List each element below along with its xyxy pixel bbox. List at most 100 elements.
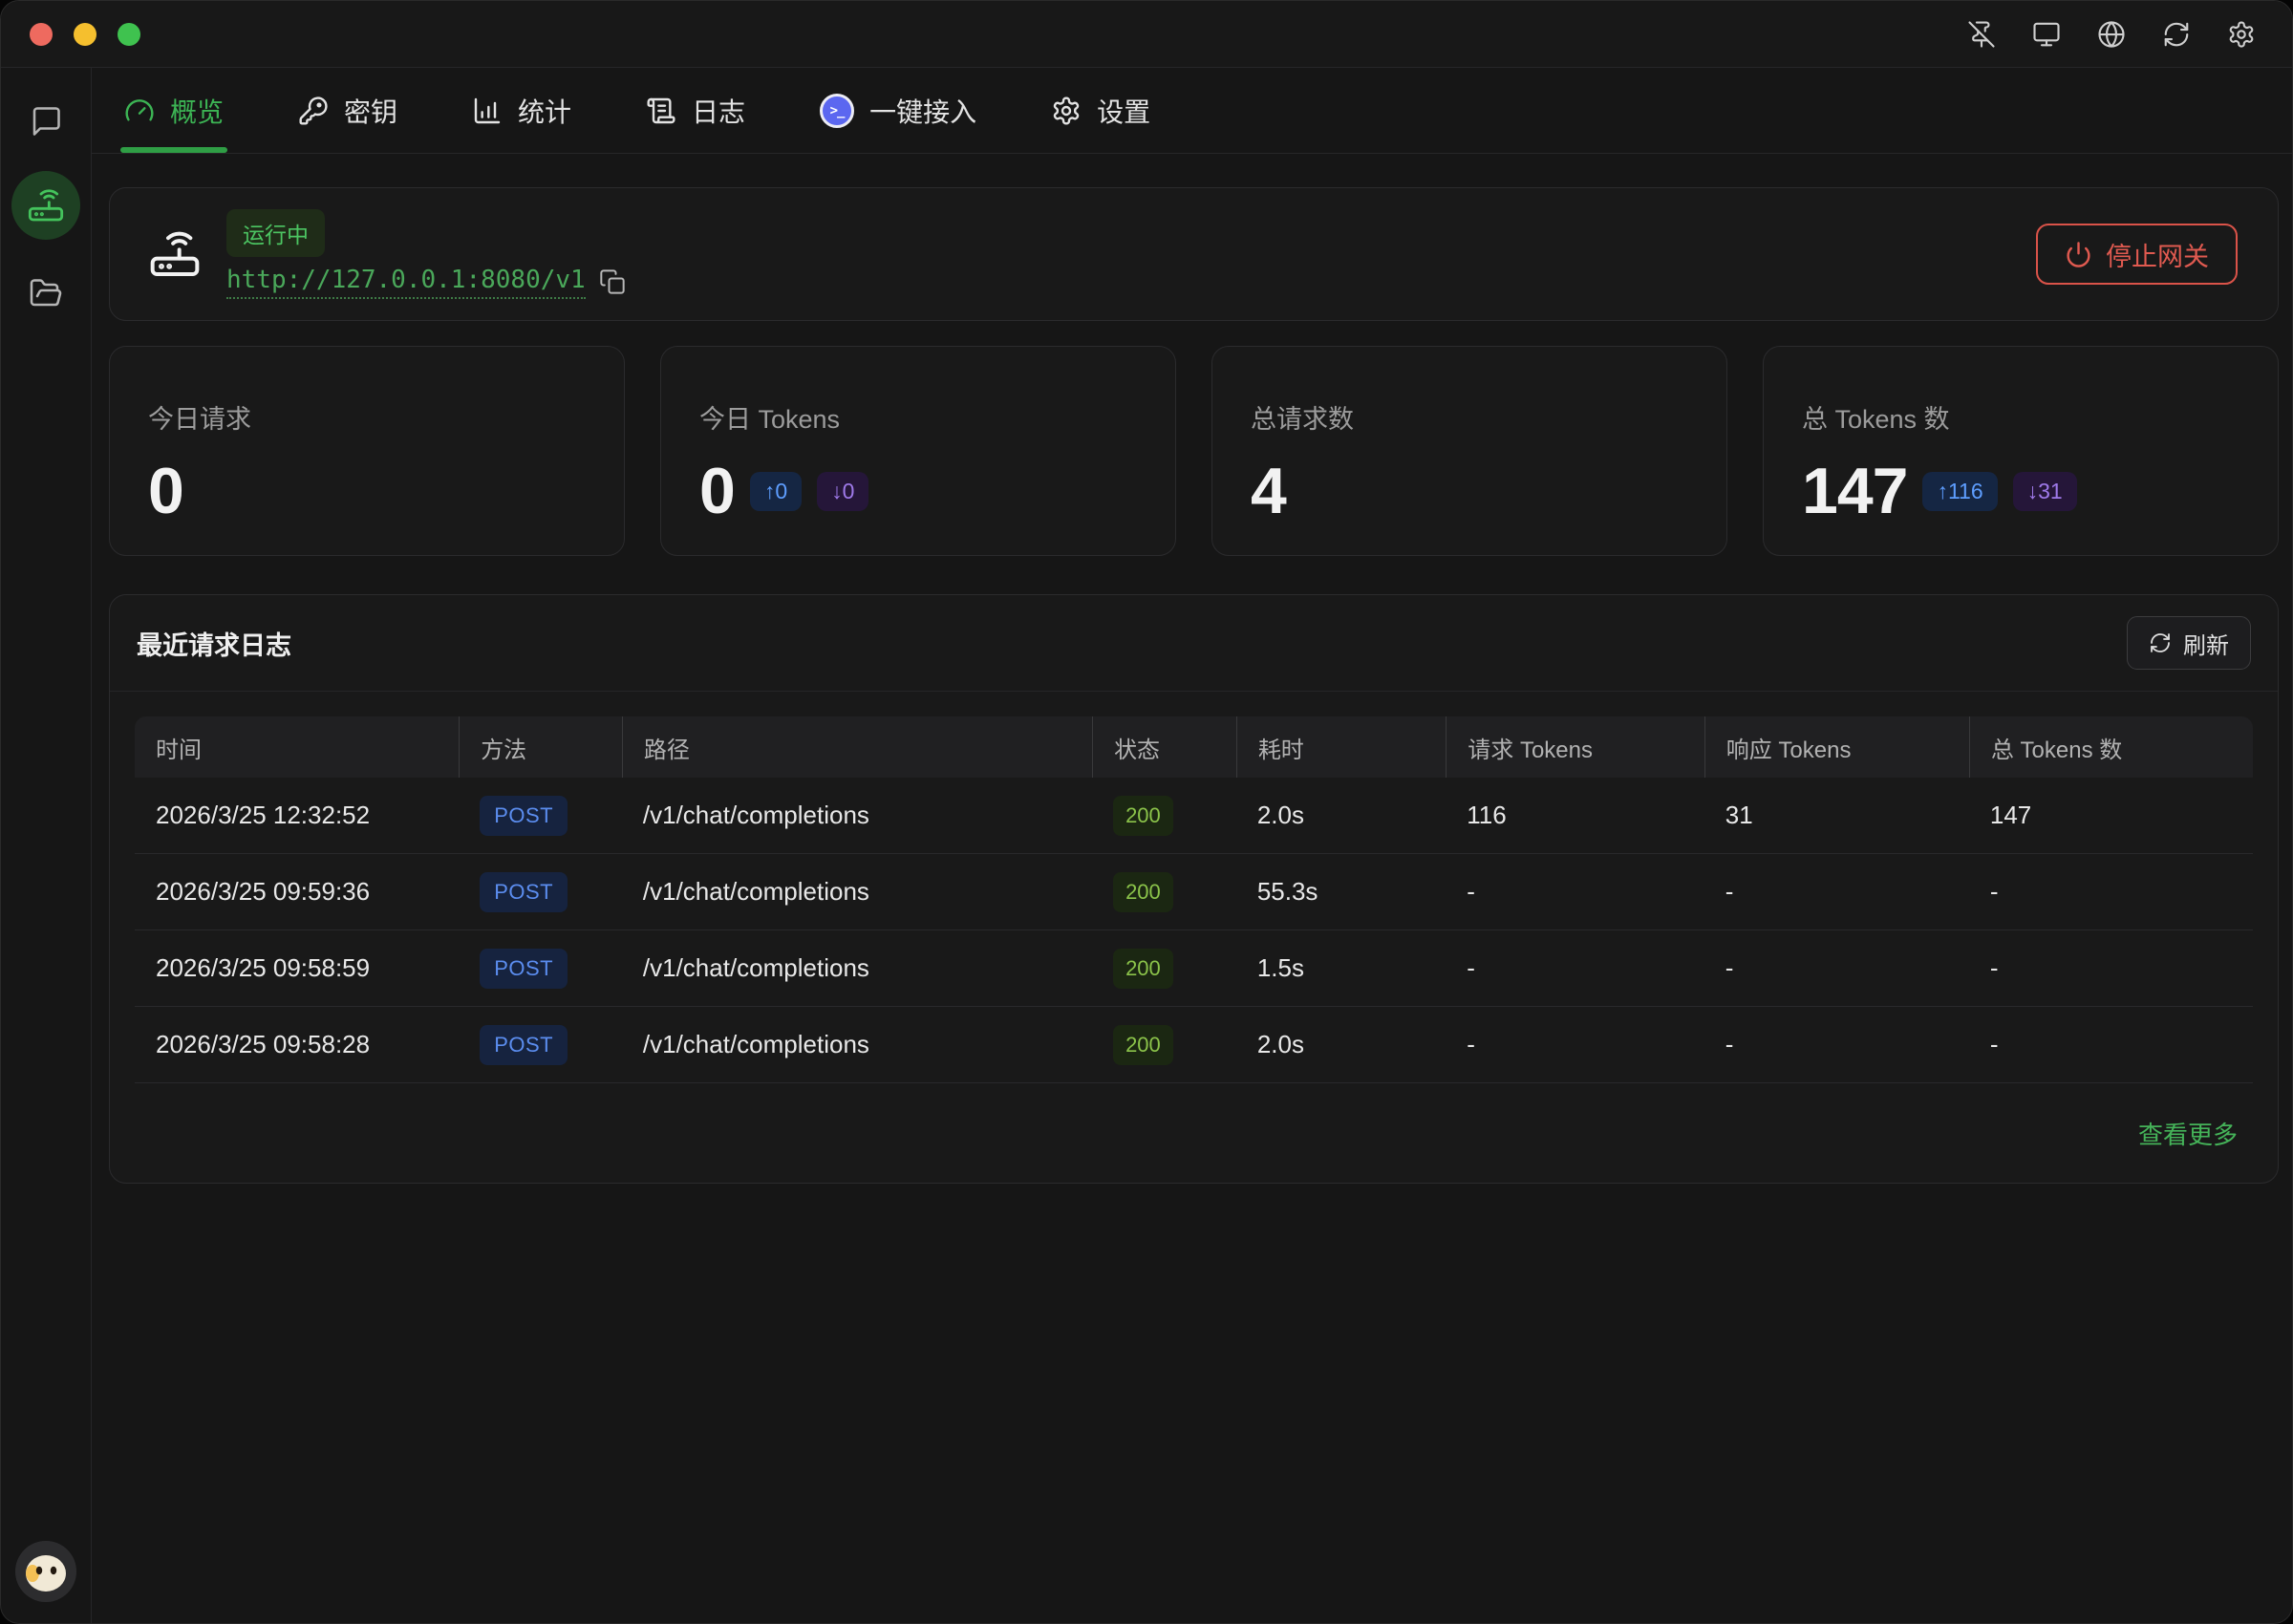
stats-grid: 今日请求 0 今日 Tokens 0 ↑0 ↓0 总请求数 4 (109, 346, 2279, 556)
col-req-tokens: 请求 Tokens (1446, 716, 1704, 778)
method-badge: POST (480, 949, 568, 989)
tokens-down-chip: ↓0 (817, 472, 868, 511)
refresh-icon (2149, 631, 2172, 654)
stat-card-today-requests: 今日请求 0 (109, 346, 625, 556)
cell-resp-tokens: - (1704, 930, 1969, 1006)
stat-label: 今日 Tokens (699, 398, 1137, 436)
col-method: 方法 (459, 716, 622, 778)
cell-total-tokens: - (1969, 930, 2253, 1006)
cell-total-tokens: - (1969, 854, 2253, 930)
gateway-icon[interactable] (11, 171, 80, 240)
tokens-up-chip: ↑0 (750, 472, 802, 511)
stop-gateway-button[interactable]: 停止网关 (2036, 224, 2238, 285)
cell-req-tokens: - (1446, 930, 1704, 1006)
router-icon (148, 227, 202, 281)
display-icon[interactable] (2030, 18, 2063, 51)
tokens-down-chip: ↓31 (2013, 472, 2077, 511)
col-resp-tokens: 响应 Tokens (1704, 716, 1969, 778)
status-code-badge: 200 (1113, 1025, 1173, 1065)
recent-logs-card: 最近请求日志 刷新 时间 方法 路径 状态 耗时 请 (109, 594, 2279, 1184)
cell-status: 200 (1092, 930, 1236, 1006)
zoom-button[interactable] (118, 23, 140, 46)
globe-icon[interactable] (2095, 18, 2128, 51)
gateway-status-card: 运行中 http://127.0.0.1:8080/v1 停止网关 (109, 187, 2279, 321)
cell-path: /v1/chat/completions (622, 778, 1092, 853)
cell-req-tokens: - (1446, 854, 1704, 930)
cell-status: 200 (1092, 854, 1236, 930)
cell-duration: 1.5s (1236, 930, 1446, 1006)
chat-icon[interactable] (25, 100, 67, 142)
titlebar (1, 1, 2292, 68)
stat-value: 0 (699, 459, 735, 524)
refresh-button[interactable]: 刷新 (2127, 616, 2251, 670)
copy-icon[interactable] (599, 268, 628, 297)
gateway-url-link[interactable]: http://127.0.0.1:8080/v1 (226, 266, 586, 299)
stat-label: 总请求数 (1251, 398, 1688, 436)
cell-path: /v1/chat/completions (622, 930, 1092, 1006)
cell-req-tokens: - (1446, 1007, 1704, 1082)
tabbar: 概览 密钥 统计 日志 >_ 一键接入 (92, 68, 2292, 154)
cell-resp-tokens: - (1704, 854, 1969, 930)
cell-time: 2026/3/25 09:58:28 (135, 1007, 459, 1082)
cell-method: POST (459, 854, 622, 930)
avatar[interactable] (15, 1541, 76, 1602)
tab-settings[interactable]: 设置 (1047, 68, 1154, 153)
app-logo-icon: >_ (820, 94, 854, 128)
view-more-link[interactable]: 查看更多 (2138, 1116, 2238, 1151)
pin-off-icon[interactable] (1965, 18, 1998, 51)
app-window: 概览 密钥 统计 日志 >_ 一键接入 (0, 0, 2293, 1624)
cell-status: 200 (1092, 1007, 1236, 1082)
tab-one-click-connect[interactable]: >_ 一键接入 (816, 68, 980, 153)
stat-value: 4 (1251, 459, 1286, 524)
tab-logs[interactable]: 日志 (642, 68, 749, 153)
tab-label: 密钥 (344, 92, 397, 130)
tab-label: 统计 (518, 92, 571, 130)
cell-resp-tokens: 31 (1704, 778, 1969, 853)
logs-title: 最近请求日志 (137, 625, 291, 662)
cell-duration: 2.0s (1236, 778, 1446, 853)
table-row: 2026/3/25 12:32:52 POST /v1/chat/complet… (135, 778, 2253, 854)
logs-table: 时间 方法 路径 状态 耗时 请求 Tokens 响应 Tokens 总 Tok… (110, 692, 2278, 1083)
cell-duration: 2.0s (1236, 1007, 1446, 1082)
power-icon (2065, 241, 2092, 268)
tab-stats[interactable]: 统计 (468, 68, 575, 153)
cell-method: POST (459, 1007, 622, 1082)
stop-gateway-label: 停止网关 (2106, 236, 2209, 273)
col-time: 时间 (135, 716, 459, 778)
status-badge: 运行中 (226, 209, 325, 257)
stat-card-total-tokens: 总 Tokens 数 147 ↑116 ↓31 (1763, 346, 2279, 556)
gear-icon (1051, 96, 1082, 126)
bar-chart-icon (472, 96, 503, 126)
traffic-lights (30, 23, 140, 46)
settings-icon[interactable] (2225, 18, 2258, 51)
method-badge: POST (480, 872, 568, 912)
stat-card-total-requests: 总请求数 4 (1211, 346, 1727, 556)
stat-value: 147 (1802, 459, 1907, 524)
cell-time: 2026/3/25 09:58:59 (135, 930, 459, 1006)
close-button[interactable] (30, 23, 53, 46)
cell-status: 200 (1092, 778, 1236, 853)
col-path: 路径 (622, 716, 1092, 778)
cell-time: 2026/3/25 09:59:36 (135, 854, 459, 930)
gauge-icon (124, 96, 155, 126)
scroll-icon (646, 96, 676, 126)
cell-method: POST (459, 930, 622, 1006)
method-badge: POST (480, 796, 568, 836)
cell-total-tokens: 147 (1969, 778, 2253, 853)
refresh-icon[interactable] (2160, 18, 2193, 51)
tab-label: 一键接入 (869, 92, 976, 130)
stat-label: 总 Tokens 数 (1802, 398, 2239, 436)
tab-overview[interactable]: 概览 (120, 68, 227, 153)
cell-method: POST (459, 778, 622, 853)
cell-resp-tokens: - (1704, 1007, 1969, 1082)
cell-time: 2026/3/25 12:32:52 (135, 778, 459, 853)
tab-keys[interactable]: 密钥 (294, 68, 401, 153)
col-duration: 耗时 (1236, 716, 1446, 778)
cell-total-tokens: - (1969, 1007, 2253, 1082)
status-code-badge: 200 (1113, 949, 1173, 989)
tab-label: 设置 (1097, 92, 1150, 130)
cell-path: /v1/chat/completions (622, 854, 1092, 930)
key-icon (298, 96, 329, 126)
minimize-button[interactable] (74, 23, 96, 46)
folder-icon[interactable] (25, 272, 67, 314)
